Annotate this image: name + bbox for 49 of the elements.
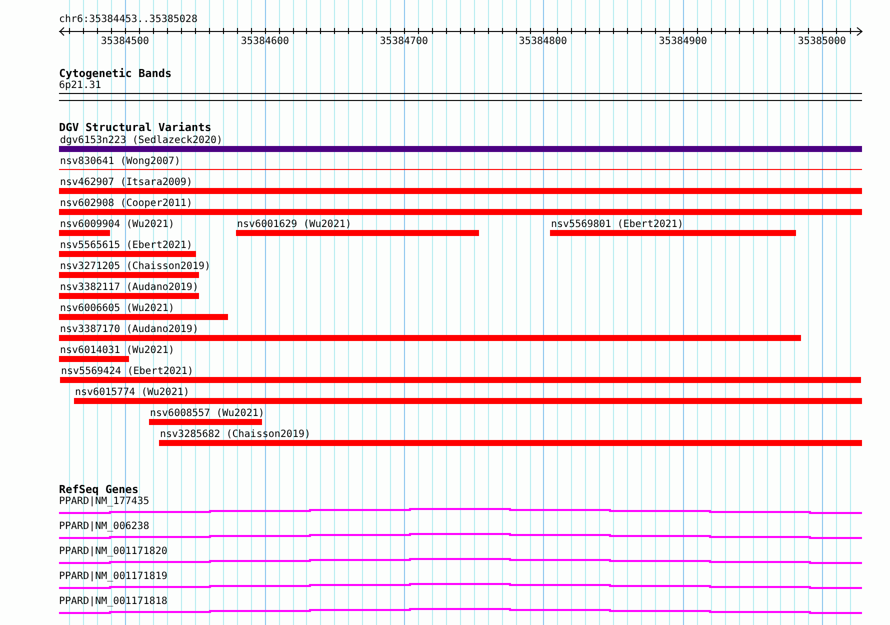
variant-bar[interactable] bbox=[149, 419, 262, 425]
gene-label: PPARD|NM_001171819 bbox=[59, 571, 168, 583]
tick-label: 35384900 bbox=[658, 36, 708, 48]
gene-label: PPARD|NM_001171818 bbox=[59, 596, 168, 608]
variant-bar[interactable] bbox=[59, 272, 199, 278]
variant-label: nsv3285682 (Chaisson2019) bbox=[160, 429, 311, 440]
variant-label: nsv602908 (Cooper2011) bbox=[60, 198, 192, 209]
variant-bar[interactable] bbox=[59, 209, 862, 215]
variant-label: nsv6008557 (Wu2021) bbox=[150, 408, 264, 419]
variant-label: dgv6153n223 (Sedlazeck2020) bbox=[60, 135, 223, 146]
variant-bar[interactable] bbox=[59, 146, 862, 152]
gene-label: PPARD|NM_001171820 bbox=[59, 546, 168, 558]
tick-label: 35384500 bbox=[100, 36, 150, 48]
variant-label: nsv5569424 (Ebert2021) bbox=[61, 366, 194, 377]
variant-bar[interactable] bbox=[59, 230, 110, 236]
tick-label: 35385000 bbox=[798, 36, 846, 48]
track-title: Cytogenetic Bands bbox=[59, 67, 173, 80]
variant-bar[interactable] bbox=[159, 440, 862, 446]
variant-bar[interactable] bbox=[59, 293, 199, 299]
variant-label: nsv3382117 (Audano2019) bbox=[60, 282, 198, 293]
variant-bar[interactable] bbox=[59, 335, 801, 341]
band-label: 6p21.31 bbox=[59, 80, 102, 92]
variant-label: nsv6009904 (Wu2021) bbox=[60, 219, 174, 230]
variant-label: nsv6014031 (Wu2021) bbox=[60, 345, 174, 356]
variant-bar[interactable] bbox=[74, 398, 862, 404]
variant-bar[interactable] bbox=[59, 251, 196, 257]
tick-label: 35384600 bbox=[240, 36, 290, 48]
gene-label: PPARD|NM_006238 bbox=[59, 521, 150, 533]
variant-label: nsv5565615 (Ebert2021) bbox=[60, 240, 192, 251]
variant-bar[interactable] bbox=[236, 230, 479, 236]
variant-bar[interactable] bbox=[550, 230, 796, 236]
variant-label: nsv3271205 (Chaisson2019) bbox=[60, 261, 211, 272]
variant-bar[interactable] bbox=[60, 377, 861, 383]
variant-label: nsv6015774 (Wu2021) bbox=[75, 387, 190, 398]
location-label: chr6:35384453..35385028 bbox=[59, 14, 198, 26]
tick-label: 35384700 bbox=[380, 36, 428, 48]
variant-label: nsv5569801 (Ebert2021) bbox=[551, 219, 684, 230]
variant-label: nsv462907 (Itsara2009) bbox=[60, 177, 192, 188]
variant-label: nsv6001629 (Wu2021) bbox=[237, 219, 352, 230]
variant-bar[interactable] bbox=[59, 356, 129, 362]
variant-label: nsv3387170 (Audano2019) bbox=[60, 324, 198, 335]
tick-label: 35384800 bbox=[518, 36, 568, 48]
variant-label: nsv830641 (Wong2007) bbox=[60, 156, 180, 167]
gene-label: PPARD|NM_177435 bbox=[59, 496, 150, 508]
track-title: DGV Structural Variants bbox=[59, 121, 212, 134]
variant-bar[interactable] bbox=[59, 188, 862, 194]
variant-label: nsv6006605 (Wu2021) bbox=[60, 303, 174, 314]
track-title: RefSeq Genes bbox=[59, 483, 140, 496]
variant-bar[interactable] bbox=[59, 314, 228, 320]
